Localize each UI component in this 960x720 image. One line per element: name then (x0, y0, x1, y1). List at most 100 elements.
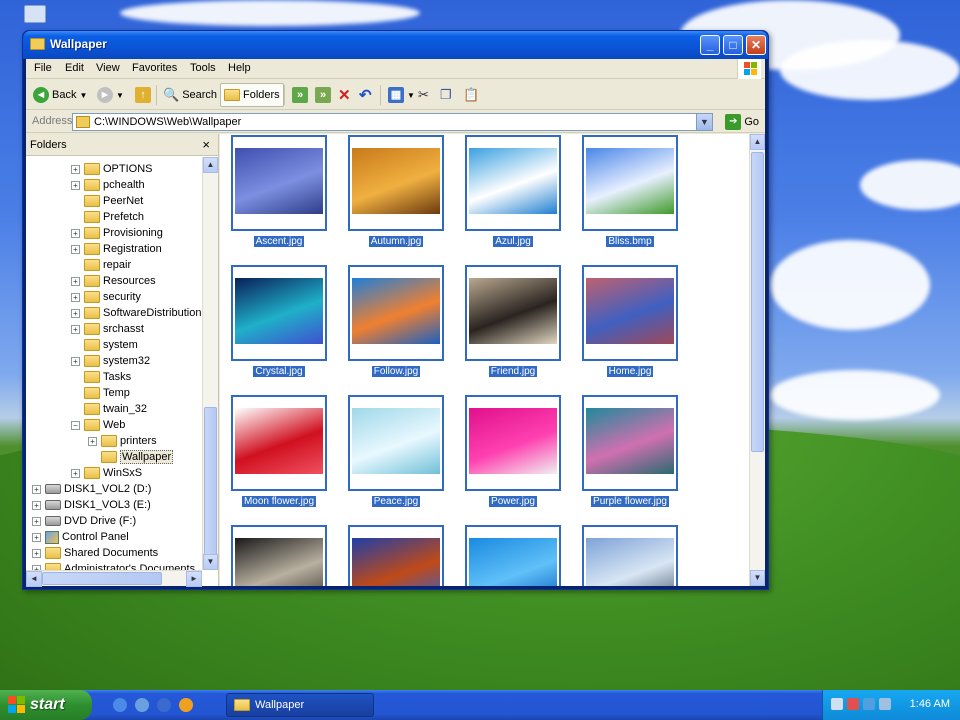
tree-item[interactable]: Wallpaper (88, 449, 174, 465)
folder-tree-hscrollbar[interactable]: ◄ ► (26, 570, 202, 587)
thumbnail-item[interactable]: Power.jpg (465, 395, 561, 507)
tree-item[interactable]: + printers (88, 433, 157, 449)
tree-item[interactable]: + Shared Documents (32, 545, 158, 561)
internet-explorer-icon[interactable] (113, 698, 127, 712)
tree-item[interactable]: system (71, 337, 138, 353)
menu-tools[interactable]: Tools (190, 62, 216, 74)
forward-button[interactable]: ► ▼ (94, 83, 127, 107)
expand-icon[interactable]: + (32, 484, 41, 494)
minimize-button[interactable]: _ (700, 35, 720, 55)
menu-help[interactable]: Help (228, 62, 251, 74)
tree-item[interactable]: − Web (71, 417, 125, 433)
tree-item[interactable]: + DVD Drive (F:) (32, 513, 136, 529)
thumbnail-item[interactable]: Azul.jpg (465, 135, 561, 247)
volume-icon[interactable] (863, 698, 875, 710)
menu-view[interactable]: View (96, 62, 120, 74)
thumbnail-item[interactable]: Friend.jpg (465, 265, 561, 377)
scroll-thumb[interactable] (751, 152, 764, 452)
scroll-down-button[interactable]: ▼ (750, 570, 765, 586)
thumbnail-item[interactable]: Purple flower.jpg (582, 395, 678, 507)
menu-edit[interactable]: Edit (65, 62, 84, 74)
thumbnail-item[interactable]: Follow.jpg (348, 265, 444, 377)
tree-item[interactable]: Temp (71, 385, 130, 401)
search-button[interactable]: 🔍 Search (160, 83, 220, 107)
tree-item[interactable]: repair (71, 257, 131, 273)
expand-icon[interactable]: + (32, 532, 41, 542)
tree-item[interactable]: Prefetch (71, 209, 144, 225)
thumbnail-item[interactable]: Peace.jpg (348, 395, 444, 507)
title-bar[interactable]: Wallpaper _ □ ✕ (23, 31, 768, 59)
tree-item[interactable]: PeerNet (71, 193, 143, 209)
scroll-thumb[interactable] (42, 572, 162, 585)
maximize-button[interactable]: □ (723, 35, 743, 55)
tree-item[interactable]: + pchealth (71, 177, 145, 193)
up-folder-button[interactable]: ↑ (132, 83, 154, 107)
expand-icon[interactable]: + (32, 516, 41, 526)
scroll-up-button[interactable]: ▲ (203, 157, 218, 173)
thumbnail-item[interactable] (582, 525, 678, 586)
menu-file[interactable]: File (34, 62, 52, 74)
back-button[interactable]: ◄ Back ▼ (30, 83, 90, 107)
tree-item[interactable]: + DISK1_VOL3 (E:) (32, 497, 151, 513)
expand-icon[interactable]: + (71, 468, 80, 478)
thumbnail-item[interactable]: Moon flower.jpg (231, 395, 327, 507)
address-field[interactable]: C:\WINDOWS\Web\Wallpaper ▼ (72, 113, 713, 131)
media-player-icon[interactable] (157, 698, 171, 712)
tree-item[interactable]: + srchasst (71, 321, 144, 337)
tree-item[interactable]: twain_32 (71, 401, 147, 417)
thumbnail-vscrollbar[interactable]: ▲ ▼ (749, 134, 765, 586)
tree-item[interactable]: + Registration (71, 241, 162, 257)
delete-button[interactable]: ✕ (335, 83, 354, 107)
scroll-up-button[interactable]: ▲ (750, 134, 765, 150)
scroll-thumb[interactable] (204, 407, 217, 567)
folder-tree-vscrollbar[interactable]: ▲ ▼ (202, 157, 218, 570)
scroll-right-button[interactable]: ► (186, 571, 202, 587)
expand-icon[interactable]: + (71, 324, 80, 334)
messenger-icon[interactable] (179, 698, 193, 712)
expand-icon[interactable]: + (32, 500, 41, 510)
paste-button[interactable]: 📋 (460, 83, 482, 107)
network-icon[interactable] (831, 698, 843, 710)
tree-item[interactable]: + Resources (71, 273, 156, 289)
address-dropdown-button[interactable]: ▼ (696, 114, 712, 130)
security-icon[interactable] (847, 698, 859, 710)
tree-item[interactable]: + Administrator's Documents (32, 561, 195, 570)
copy-button[interactable]: ❐ (437, 83, 455, 107)
tree-item[interactable]: + DISK1_VOL2 (D:) (32, 481, 151, 497)
move-to-button[interactable]: » (289, 83, 311, 107)
expand-icon[interactable]: + (32, 548, 41, 558)
taskbar-item-wallpaper[interactable]: Wallpaper (226, 693, 374, 717)
expand-icon[interactable]: + (71, 276, 80, 286)
tree-item[interactable]: + Control Panel (32, 529, 129, 545)
expand-icon[interactable]: + (88, 436, 97, 446)
thumbnail-item[interactable] (348, 525, 444, 586)
desktop-computer-icon[interactable] (24, 5, 46, 23)
thumbnail-item[interactable]: Ascent.jpg (231, 135, 327, 247)
close-button[interactable]: ✕ (746, 35, 766, 55)
collapse-icon[interactable]: − (71, 420, 80, 430)
expand-icon[interactable]: + (71, 228, 80, 238)
tree-item[interactable]: + WinSxS (71, 465, 142, 481)
expand-icon[interactable]: + (71, 244, 80, 254)
tree-item[interactable]: + SoftwareDistribution (71, 305, 201, 321)
folders-button[interactable]: Folders (220, 83, 284, 107)
thumbnail-item[interactable] (231, 525, 327, 586)
views-button[interactable]: ▦ ▼ (385, 83, 418, 107)
menu-favorites[interactable]: Favorites (132, 62, 177, 74)
scroll-left-button[interactable]: ◄ (26, 571, 42, 587)
tree-item[interactable]: + OPTIONS (71, 161, 153, 177)
outlook-express-icon[interactable] (135, 698, 149, 712)
expand-icon[interactable]: + (71, 308, 80, 318)
tree-item[interactable]: + security (71, 289, 141, 305)
close-pane-button[interactable]: × (202, 137, 210, 152)
expand-icon[interactable]: + (71, 356, 80, 366)
start-button[interactable]: start (0, 690, 92, 720)
undo-button[interactable]: ↶ (356, 83, 375, 107)
thumbnail-item[interactable]: Bliss.bmp (582, 135, 678, 247)
thumbnail-item[interactable]: Autumn.jpg (348, 135, 444, 247)
scroll-down-button[interactable]: ▼ (203, 554, 218, 570)
thumbnail-item[interactable]: Home.jpg (582, 265, 678, 377)
thumbnail-item[interactable]: Crystal.jpg (231, 265, 327, 377)
cut-button[interactable]: ✂ (415, 83, 432, 107)
go-button[interactable]: ➔ Go (725, 114, 759, 130)
